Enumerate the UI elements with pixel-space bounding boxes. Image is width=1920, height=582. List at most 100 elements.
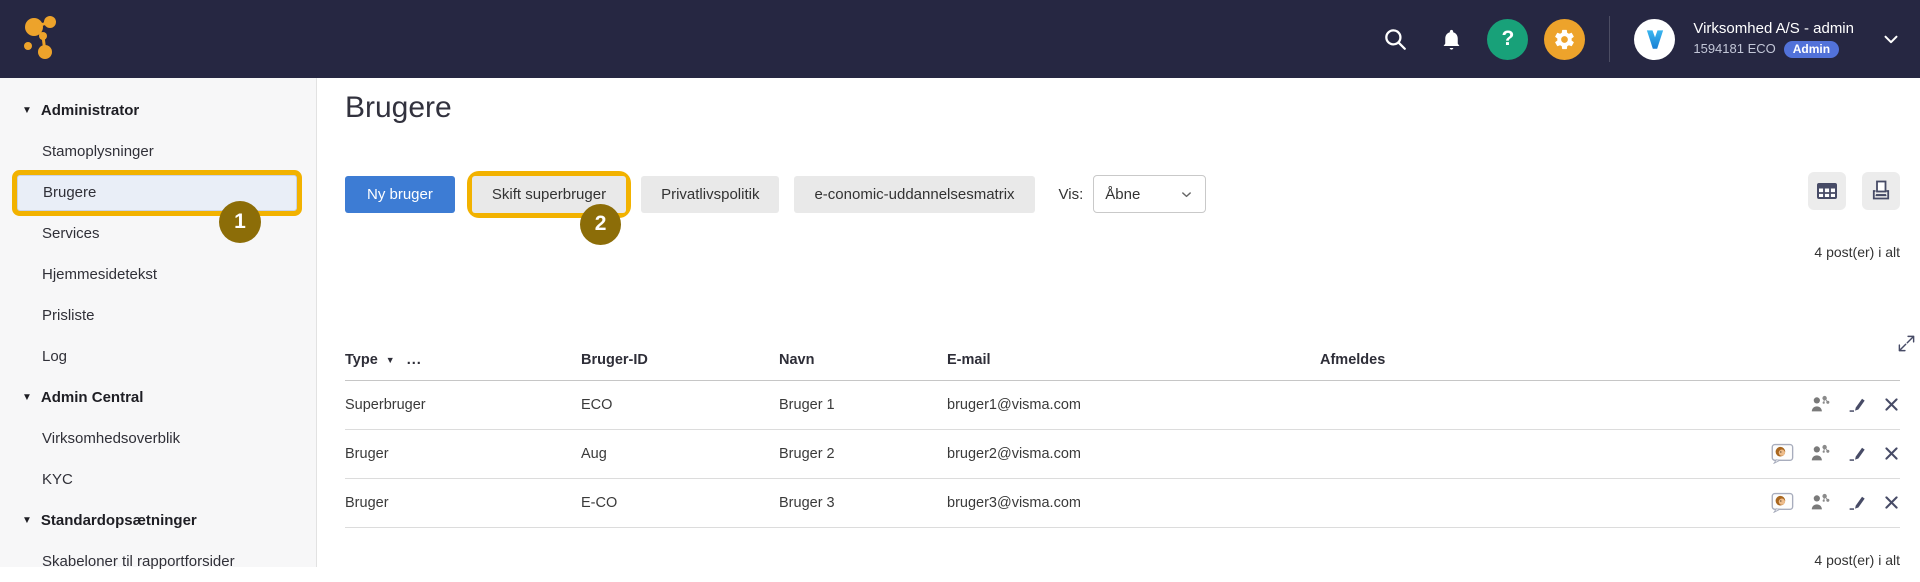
- sidebar-item-skabeloner[interactable]: Skabeloner til rapportforsider: [0, 541, 316, 582]
- edit-pencil-icon[interactable]: [1847, 394, 1868, 415]
- records-count-footer: 4 post(er) i alt: [1814, 552, 1900, 568]
- search-icon[interactable]: [1375, 19, 1415, 59]
- column-header-type[interactable]: Type ▼ ...: [345, 352, 581, 368]
- education-matrix-button[interactable]: e-conomic-uddannelsesmatrix: [794, 176, 1034, 213]
- sidebar-item-brugere[interactable]: Brugere 1: [0, 172, 316, 213]
- cell-email: bruger1@visma.com: [947, 380, 1320, 429]
- cell-afmeldes: [1320, 429, 1712, 478]
- column-header-bruger-id[interactable]: Bruger-ID: [581, 340, 779, 380]
- sidebar-item-label: Stamoplysninger: [42, 143, 154, 160]
- caret-down-icon: ▼: [22, 515, 32, 526]
- cell-email: bruger2@visma.com: [947, 429, 1320, 478]
- login-as-user-icon[interactable]: [1771, 492, 1794, 513]
- cell-email: bruger3@visma.com: [947, 478, 1320, 527]
- caret-down-icon: ▼: [22, 105, 32, 116]
- account-number: 1594181 ECO: [1693, 41, 1775, 57]
- cell-bruger-id: E-CO: [581, 478, 779, 527]
- sidebar-item-virksomhedsoverblik[interactable]: Virksomhedsoverblik: [0, 418, 316, 459]
- sort-descending-icon: ▼: [386, 355, 395, 365]
- sidebar-item-label: Log: [42, 348, 67, 365]
- caret-down-icon: ▼: [22, 392, 32, 403]
- user-roles-icon[interactable]: [1809, 492, 1832, 514]
- account-name: Virksomhed A/S - admin: [1693, 20, 1854, 39]
- users-table: Type ▼ ... Bruger-ID Navn E-mail Afmelde…: [345, 340, 1900, 528]
- cell-navn: Bruger 3: [779, 478, 947, 527]
- new-user-button[interactable]: Ny bruger: [345, 176, 455, 213]
- sidebar-group-admin-central[interactable]: ▼ Admin Central: [0, 377, 316, 418]
- column-header-email[interactable]: E-mail: [947, 340, 1320, 380]
- cell-navn: Bruger 1: [779, 380, 947, 429]
- sidebar-item-kyc[interactable]: KYC: [0, 459, 316, 500]
- view-filter-label: Vis:: [1059, 186, 1084, 203]
- edit-pencil-icon[interactable]: [1847, 492, 1868, 513]
- help-glyph: ?: [1501, 27, 1514, 51]
- header-divider: [1609, 16, 1610, 62]
- sidebar-item-services[interactable]: Services: [0, 213, 316, 254]
- step-badge-1: 1: [219, 201, 261, 243]
- sidebar-item-log[interactable]: Log: [0, 336, 316, 377]
- sidebar-item-label: Services: [42, 225, 100, 242]
- cell-navn: Bruger 2: [779, 429, 947, 478]
- cell-afmeldes: [1320, 380, 1712, 429]
- sidebar: ▼ Administrator Stamoplysninger Brugere …: [0, 78, 317, 567]
- cell-afmeldes: [1320, 478, 1712, 527]
- table-view-button[interactable]: [1808, 172, 1846, 210]
- admin-badge: Admin: [1784, 41, 1839, 58]
- table-header-row: Type ▼ ... Bruger-ID Navn E-mail Afmelde…: [345, 340, 1900, 380]
- top-bar: ? Virksomhed A/S - admin 1594181 ECO: [0, 0, 1920, 78]
- printer-icon: [1869, 179, 1893, 203]
- login-as-user-icon[interactable]: [1771, 443, 1794, 464]
- sidebar-item-hjemmesidetekst[interactable]: Hjemmesidetekst: [0, 254, 316, 295]
- chevron-down-icon: [1179, 187, 1194, 202]
- main-content: Brugere Ny bruger Skift superbruger 2 Pr…: [317, 78, 1920, 567]
- column-header-afmeldes[interactable]: Afmeldes: [1320, 340, 1712, 380]
- cell-bruger-id: ECO: [581, 380, 779, 429]
- delete-x-icon[interactable]: [1883, 445, 1900, 462]
- sidebar-item-label: Virksomhedsoverblik: [42, 430, 180, 447]
- cell-type: Superbruger: [345, 380, 581, 429]
- privacy-policy-button[interactable]: Privatlivspolitik: [641, 176, 779, 213]
- toolbar: Ny bruger Skift superbruger 2 Privatlivs…: [345, 174, 1206, 214]
- table-row: Bruger E-CO Bruger 3 bruger3@visma.com: [345, 478, 1900, 527]
- delete-x-icon[interactable]: [1883, 494, 1900, 511]
- company-avatar[interactable]: [1634, 19, 1675, 60]
- edit-pencil-icon[interactable]: [1847, 443, 1868, 464]
- cell-bruger-id: Aug: [581, 429, 779, 478]
- sidebar-item-label: KYC: [42, 471, 73, 488]
- cell-type: Bruger: [345, 478, 581, 527]
- page-title: Brugere: [345, 91, 452, 125]
- notifications-bell-icon[interactable]: [1431, 19, 1471, 59]
- sidebar-group-administrator[interactable]: ▼ Administrator: [0, 90, 316, 131]
- user-roles-icon[interactable]: [1809, 443, 1832, 465]
- user-roles-icon[interactable]: [1809, 394, 1832, 416]
- table-row: Superbruger ECO Bruger 1 bruger1@visma.c…: [345, 380, 1900, 429]
- sidebar-group-label: Administrator: [41, 102, 139, 119]
- sidebar-group-label: Standardopsætninger: [41, 512, 197, 529]
- settings-gear-icon[interactable]: [1544, 19, 1585, 60]
- view-filter-value: Åbne: [1105, 186, 1140, 203]
- sidebar-item-label: Skabeloner til rapportforsider: [42, 553, 235, 570]
- view-filter-dropdown[interactable]: Åbne: [1093, 175, 1206, 213]
- switch-superuser-annotation-outline: Skift superbruger 2: [472, 176, 626, 213]
- sidebar-item-label: Prisliste: [42, 307, 95, 324]
- step-badge-2: 2: [580, 204, 621, 245]
- column-label: Type: [345, 352, 378, 368]
- account-chevron-down-icon[interactable]: [1880, 28, 1902, 50]
- sidebar-item-prisliste[interactable]: Prisliste: [0, 295, 316, 336]
- sidebar-item-label: Hjemmesidetekst: [42, 266, 157, 283]
- delete-x-icon[interactable]: [1883, 396, 1900, 413]
- brugere-annotation-outline: Brugere 1: [17, 175, 297, 211]
- sidebar-group-label: Admin Central: [41, 389, 144, 406]
- records-count: 4 post(er) i alt: [1814, 244, 1900, 260]
- column-menu-dots-icon[interactable]: ...: [407, 352, 422, 368]
- help-icon[interactable]: ?: [1487, 19, 1528, 60]
- print-button[interactable]: [1862, 172, 1900, 210]
- visma-logo-icon[interactable]: [20, 14, 66, 62]
- sidebar-group-standardopsaetninger[interactable]: ▼ Standardopsætninger: [0, 500, 316, 541]
- column-header-navn[interactable]: Navn: [779, 340, 947, 380]
- sidebar-item-stamoplysninger[interactable]: Stamoplysninger: [0, 131, 316, 172]
- account-info[interactable]: Virksomhed A/S - admin 1594181 ECO Admin: [1693, 20, 1854, 58]
- table-row: Bruger Aug Bruger 2 bruger2@visma.com: [345, 429, 1900, 478]
- table-grid-icon: [1815, 179, 1839, 203]
- cell-type: Bruger: [345, 429, 581, 478]
